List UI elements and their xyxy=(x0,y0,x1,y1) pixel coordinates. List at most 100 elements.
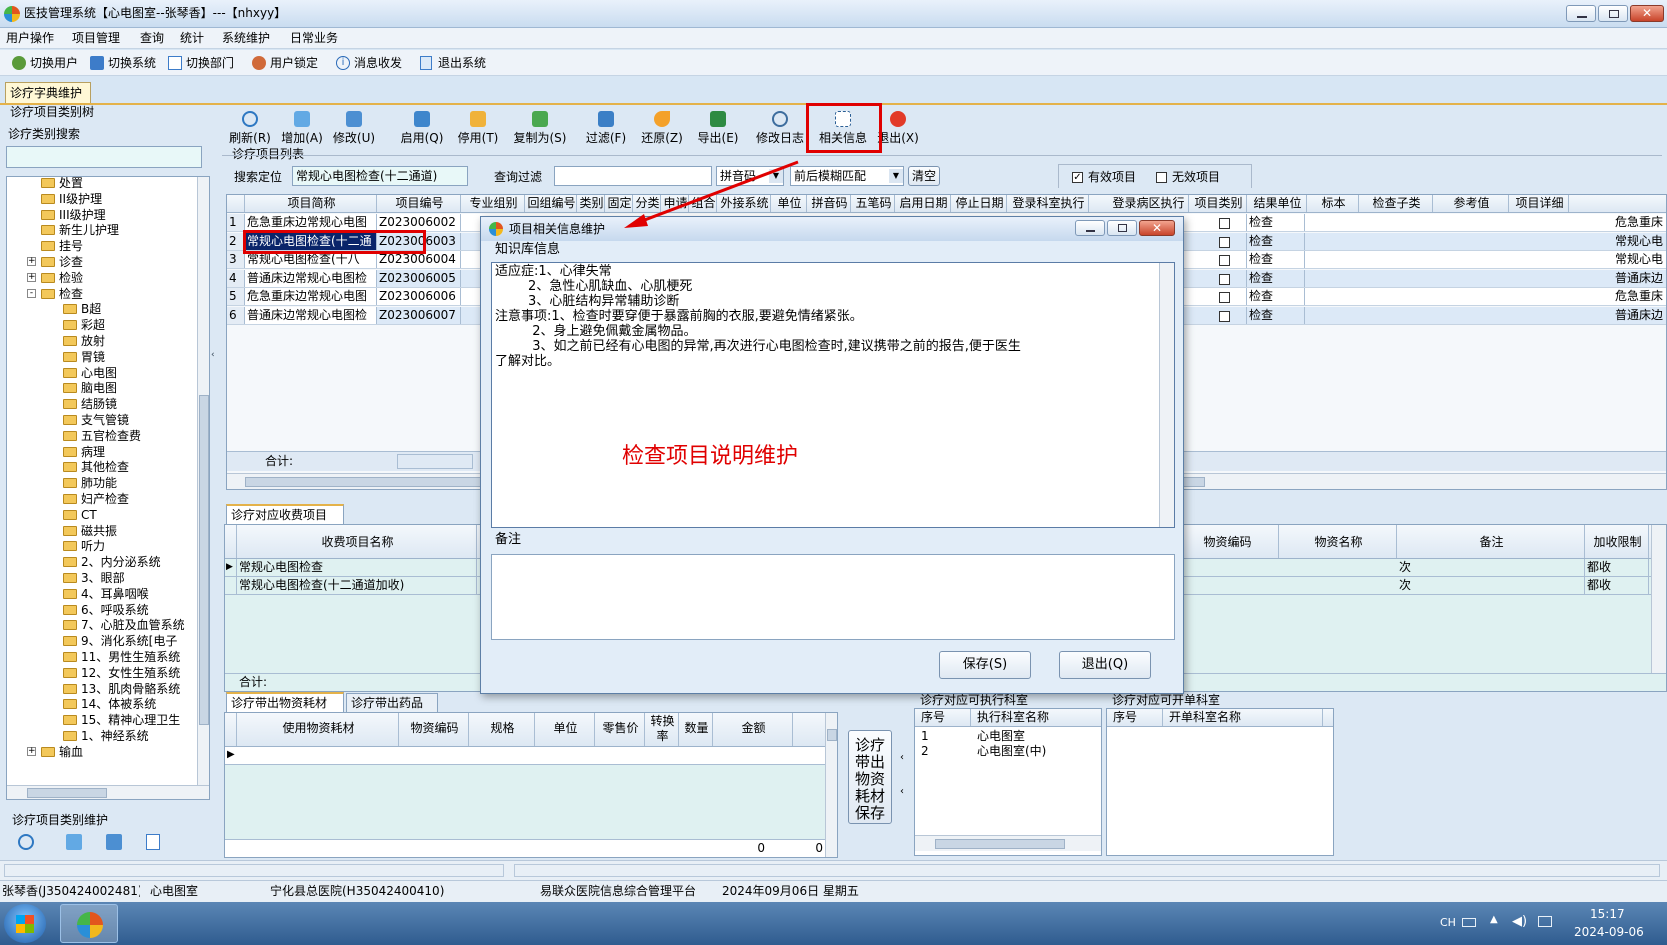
restore-data-button[interactable]: 还原(Z) xyxy=(640,107,684,145)
disable-button[interactable]: 停用(T) xyxy=(456,107,500,145)
quick-switch-dept[interactable]: 切换部门 xyxy=(186,55,234,72)
ward-exec-checkbox[interactable] xyxy=(1219,218,1230,229)
column-header[interactable]: 零售价 xyxy=(595,713,645,746)
quick-switch-user[interactable]: 切换用户 xyxy=(30,55,78,72)
tree-toggle-icon[interactable]: + xyxy=(27,746,36,756)
tree-node[interactable]: 彩超 xyxy=(63,317,105,333)
taskbar-app-his[interactable] xyxy=(60,904,118,943)
materials-vscroll-thumb[interactable] xyxy=(827,729,837,741)
menu-query[interactable]: 查询 xyxy=(140,30,164,47)
delete-category-icon[interactable] xyxy=(146,834,160,850)
kb-vscroll[interactable] xyxy=(1159,263,1174,527)
column-header[interactable]: 五笔码 xyxy=(851,195,895,212)
remark-textarea[interactable] xyxy=(491,554,1175,640)
column-header[interactable]: 规格 xyxy=(469,713,535,746)
column-header[interactable]: 启用日期 xyxy=(895,195,951,212)
edit-category-icon[interactable] xyxy=(106,834,122,850)
tree-node[interactable]: 妇产检查 xyxy=(63,491,129,507)
column-header[interactable]: 金额 xyxy=(713,713,793,746)
column-header[interactable]: 项目简称 xyxy=(245,195,377,212)
tree-node[interactable]: 磁共振 xyxy=(63,523,117,539)
tree-node[interactable]: 14、体被系统 xyxy=(63,696,156,712)
column-header[interactable]: 标本 xyxy=(1307,195,1359,212)
materials-vscroll[interactable] xyxy=(825,713,837,857)
menu-stats[interactable]: 统计 xyxy=(180,30,204,47)
tree-node[interactable]: 结肠镜 xyxy=(63,396,117,412)
exec-dept-hscroll[interactable] xyxy=(915,835,1101,851)
column-header[interactable]: 使用物资耗材 xyxy=(237,713,399,746)
exec-dept-grid[interactable]: 序号 执行科室名称 1 心电图室 2 心电图室(中) xyxy=(914,708,1102,856)
order-dept-grid[interactable]: 序号 开单科室名称 xyxy=(1106,708,1334,856)
tree-node[interactable]: 13、肌肉骨骼系统 xyxy=(63,681,180,697)
column-header[interactable]: 登录科室执行 xyxy=(1007,195,1089,212)
fee-grid-vscroll[interactable] xyxy=(1651,525,1666,673)
column-header[interactable]: 项目详细 xyxy=(1509,195,1569,212)
tree-node[interactable]: 听力 xyxy=(63,538,105,554)
tree-scroll-thumb[interactable] xyxy=(199,395,209,725)
column-header[interactable]: 物资编码 xyxy=(399,713,469,746)
column-header[interactable]: 停止日期 xyxy=(951,195,1007,212)
column-header[interactable]: 数量 xyxy=(679,713,713,746)
tree-node[interactable]: 其他检查 xyxy=(63,459,129,475)
export-button[interactable]: 导出(E) xyxy=(696,107,740,145)
tree-toggle-icon[interactable]: + xyxy=(27,257,36,266)
column-header[interactable]: 参考值 xyxy=(1433,195,1509,212)
dialog-save-button[interactable]: 保存(S) xyxy=(939,651,1031,679)
tree-node[interactable]: 肺功能 xyxy=(63,475,117,491)
column-header[interactable]: 专业组别 xyxy=(461,195,525,212)
column-header[interactable]: 转换率 xyxy=(645,713,679,746)
tray-arrow-icon[interactable]: ▲ xyxy=(1490,914,1498,925)
tree-node[interactable]: III级护理 xyxy=(41,207,106,223)
invalid-items-checkbox[interactable] xyxy=(1156,172,1167,183)
menu-project-mgmt[interactable]: 项目管理 xyxy=(72,30,120,47)
ward-exec-checkbox[interactable] xyxy=(1219,292,1230,303)
category-search-input[interactable] xyxy=(6,146,202,168)
tree-node[interactable]: 新生儿护理 xyxy=(41,222,119,238)
input-language[interactable]: CH xyxy=(1440,914,1456,931)
tree-node[interactable]: 支气管镜 xyxy=(63,412,129,428)
change-log-button[interactable]: 修改日志 xyxy=(752,107,808,145)
tree-node[interactable]: 4、耳鼻咽喉 xyxy=(63,586,149,602)
tree-node[interactable]: II级护理 xyxy=(41,191,102,207)
keyboard-icon[interactable] xyxy=(1462,918,1476,927)
quick-messages[interactable]: 消息收发 xyxy=(354,55,402,72)
tree-scrollbar[interactable] xyxy=(197,177,209,785)
tab-dict-maint[interactable]: 诊疗字典维护 xyxy=(5,82,91,103)
column-header[interactable]: 结果单位 xyxy=(1247,195,1307,212)
tree-node[interactable]: + 诊查 xyxy=(27,254,83,270)
close-button[interactable]: ✕ xyxy=(1630,5,1664,22)
column-header[interactable]: 登录病区执行 xyxy=(1107,195,1189,212)
column-header[interactable]: 检查子类 xyxy=(1359,195,1433,212)
copy-as-button[interactable]: 复制为(S) xyxy=(512,107,568,145)
refresh-category-icon[interactable] xyxy=(18,834,34,850)
add-category-icon[interactable] xyxy=(66,834,82,850)
save-materials-button[interactable]: 诊疗带出物资耗材保存 xyxy=(848,730,892,824)
minimize-button[interactable] xyxy=(1566,5,1596,22)
quick-lock-user[interactable]: 用户锁定 xyxy=(270,55,318,72)
start-button[interactable] xyxy=(4,904,46,943)
list-item[interactable]: 1 心电图室 xyxy=(915,729,1101,744)
category-tree[interactable]: 处置 II级护理 III级护理 新生儿护理 挂号 + 诊查 + 检验 - 检查 B超 彩超 放射 胃镜 心电图… xyxy=(6,176,210,800)
ward-exec-checkbox[interactable] xyxy=(1219,273,1230,285)
tab-drugs[interactable]: 诊疗带出药品 xyxy=(346,693,438,712)
dialog-close-button[interactable]: ✕ xyxy=(1139,220,1175,236)
enable-button[interactable]: 启用(Q) xyxy=(400,107,444,145)
tree-node[interactable]: 放射 xyxy=(63,333,105,349)
dialog-exit-button[interactable]: 退出(Q) xyxy=(1059,651,1151,679)
tree-node[interactable]: 病理 xyxy=(63,444,105,460)
tree-node[interactable]: - 检查 xyxy=(27,286,83,302)
ward-exec-checkbox[interactable] xyxy=(1219,255,1230,266)
volume-icon[interactable]: ◀) xyxy=(1512,914,1527,929)
materials-grid[interactable]: 使用物资耗材 物资编码 规格 单位 零售价 转换率 数量 金额 ▶ 0 0 xyxy=(224,712,838,858)
tree-node[interactable]: 五官检查费 xyxy=(63,428,141,444)
column-header[interactable]: 回组编号 xyxy=(525,195,577,212)
column-header[interactable]: 单位 xyxy=(535,713,595,746)
edit-button[interactable]: 修改(U) xyxy=(332,107,376,145)
tree-node[interactable]: 挂号 xyxy=(41,238,83,254)
column-header[interactable]: 项目编号 xyxy=(377,195,461,212)
quick-exit-system[interactable]: 退出系统 xyxy=(438,55,486,72)
restore-button[interactable] xyxy=(1598,5,1628,22)
expand-arrow-icon[interactable]: ‹ xyxy=(900,786,904,797)
column-header[interactable]: 项目类别 xyxy=(1189,195,1247,212)
menu-daily[interactable]: 日常业务 xyxy=(290,30,338,47)
